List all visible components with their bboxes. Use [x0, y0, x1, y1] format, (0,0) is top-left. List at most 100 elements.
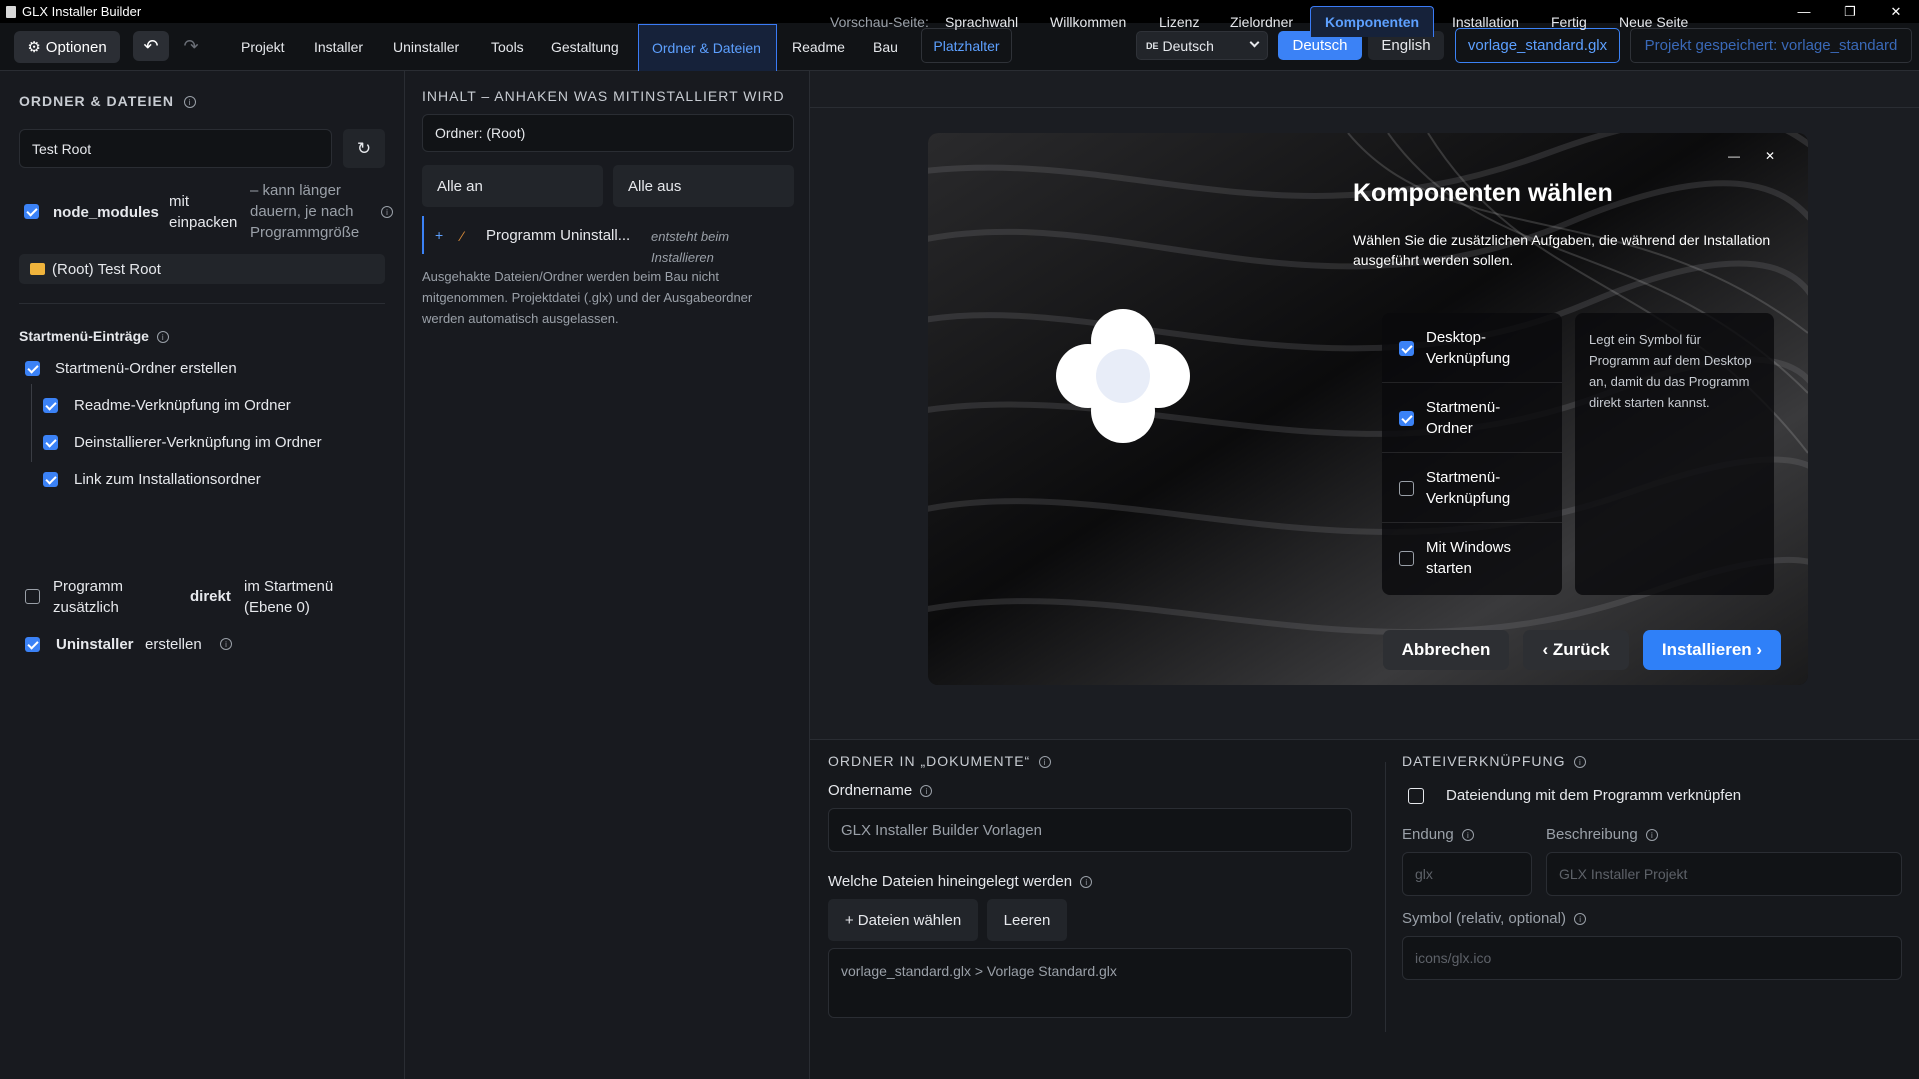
info-icon[interactable]: i: [1574, 913, 1587, 926]
chevron-down-icon: [1249, 37, 1260, 48]
menu-ordner-dateien[interactable]: Ordner & Dateien: [638, 24, 777, 71]
dialog-close-button[interactable]: ✕: [1765, 149, 1775, 163]
tab-willkommen[interactable]: Willkommen: [1050, 7, 1126, 37]
menu-tools[interactable]: Tools: [491, 23, 524, 71]
components-list: Desktop-Verknüpfung Startmenü-Ordner Sta…: [1382, 313, 1562, 595]
menu-installer[interactable]: Installer: [314, 23, 363, 71]
tab-zielordner[interactable]: Zielordner: [1230, 7, 1293, 37]
icon-input[interactable]: icons/glx.ico: [1402, 936, 1902, 980]
info-icon[interactable]: i: [220, 638, 232, 650]
item-name: Programm Uninstall...: [486, 227, 631, 244]
component-option[interactable]: Desktop-Verknüpfung: [1382, 313, 1562, 383]
indent-line: [31, 384, 32, 462]
folder-icon: [30, 263, 45, 275]
maximize-button[interactable]: ❐: [1827, 0, 1873, 23]
component-checkbox[interactable]: [1399, 481, 1414, 496]
file-assoc-title: DATEIVERKNÜPFUNG i: [1402, 753, 1587, 769]
startmenu-title: Startmenü-Einträge i: [19, 326, 169, 347]
info-icon[interactable]: i: [1645, 829, 1658, 842]
startmenu-folder-checkbox[interactable]: [25, 361, 40, 376]
ext-label-text: Endung: [1402, 826, 1454, 843]
tab-komponenten[interactable]: Komponenten: [1310, 6, 1435, 37]
language-select-value: Deutsch: [1162, 37, 1214, 54]
ext-input[interactable]: glx: [1402, 852, 1532, 896]
root-name-input[interactable]: Test Root: [19, 129, 332, 168]
uninstaller-link-checkbox[interactable]: [43, 435, 58, 450]
folder-name-input[interactable]: GLX Installer Builder Vorlagen: [828, 808, 1352, 852]
component-checkbox[interactable]: [1399, 411, 1414, 426]
content-list-item[interactable]: + ⁄ Programm Uninstall... entsteht beim …: [422, 216, 794, 265]
dialog-back-button[interactable]: ‹ Zurück: [1523, 630, 1629, 670]
desc-label: Beschreibung i: [1546, 824, 1658, 845]
folders-panel: ORDNER & DATEIEN i Test Root ↻ node_modu…: [0, 71, 405, 1079]
minimize-button[interactable]: —: [1781, 0, 1827, 23]
options-button[interactable]: ⚙ Optionen: [14, 31, 120, 63]
node-modules-hint: – kann länger dauern, je nach Programmgr…: [250, 182, 360, 241]
menu-gestaltung[interactable]: Gestaltung: [551, 23, 619, 71]
tab-neue-seite[interactable]: Neue Seite: [1619, 7, 1688, 37]
readme-link-checkbox[interactable]: [43, 398, 58, 413]
info-icon[interactable]: i: [156, 331, 169, 344]
uninstaller-post-label: erstellen: [145, 636, 202, 653]
choose-files-button[interactable]: + Dateien wählen: [828, 899, 978, 941]
component-option[interactable]: Startmenü-Ordner: [1382, 383, 1562, 453]
tab-installation[interactable]: Installation: [1452, 7, 1519, 37]
icon-label-text: Symbol (relativ, optional): [1402, 910, 1566, 927]
node-modules-checkbox[interactable]: [24, 204, 39, 219]
info-icon[interactable]: i: [1574, 756, 1587, 769]
close-button[interactable]: ✕: [1873, 0, 1919, 23]
info-icon[interactable]: i: [1039, 756, 1052, 769]
dialog-subtitle: Wählen Sie die zusätzlichen Aufgaben, di…: [1353, 232, 1771, 268]
install-link-checkbox[interactable]: [43, 472, 58, 487]
info-icon[interactable]: i: [381, 206, 393, 218]
file-assoc-checkbox[interactable]: [1408, 788, 1424, 804]
redo-button[interactable]: ↷: [173, 31, 209, 61]
component-checkbox[interactable]: [1399, 341, 1414, 356]
info-icon[interactable]: i: [183, 96, 196, 109]
info-icon[interactable]: i: [1080, 876, 1093, 889]
startmenu-title-text: Startmenü-Einträge: [19, 328, 149, 344]
file-assoc-title-text: DATEIVERKNÜPFUNG: [1402, 753, 1566, 769]
gear-icon: ⚙: [27, 39, 41, 56]
dialog-title: Komponenten wählen: [1353, 179, 1613, 207]
tab-fertig[interactable]: Fertig: [1551, 7, 1587, 37]
menu-projekt[interactable]: Projekt: [241, 23, 285, 71]
component-option[interactable]: Mit Windows starten: [1382, 523, 1562, 593]
uninstaller-checkbox[interactable]: [25, 637, 40, 652]
folder-field[interactable]: Ordner: (Root): [422, 114, 794, 152]
dialog-minimize-button[interactable]: —: [1728, 149, 1740, 163]
all-off-button[interactable]: Alle aus: [613, 165, 794, 207]
folders-title-text: ORDNER & DATEIEN: [19, 93, 174, 109]
flag-de-icon: DE: [1146, 40, 1159, 51]
desc-input[interactable]: GLX Installer Projekt: [1546, 852, 1902, 896]
divider: [19, 303, 385, 304]
desc-label-text: Beschreibung: [1546, 826, 1638, 843]
uninstaller-link-label: Deinstallierer-Verknüpfung im Ordner: [74, 434, 322, 451]
tree-item-root[interactable]: (Root) Test Root: [19, 254, 385, 284]
content-title: INHALT – ANHAKEN WAS MITINSTALLIERT WIRD: [422, 88, 785, 104]
dialog-cancel-button[interactable]: Abbrechen: [1383, 630, 1509, 670]
info-icon[interactable]: i: [1461, 829, 1474, 842]
component-option[interactable]: Startmenü-Verknüpfung: [1382, 453, 1562, 523]
broom-icon: ⁄: [461, 228, 464, 244]
dialog-install-button[interactable]: Installieren ›: [1643, 630, 1781, 670]
files-textarea[interactable]: vorlage_standard.glx > Vorlage Standard.…: [828, 948, 1352, 1018]
clear-files-button[interactable]: Leeren: [987, 899, 1067, 941]
undo-button[interactable]: ↶: [133, 31, 169, 61]
bottom-panel: ORDNER IN „DOKUMENTE“ i Ordnername i GLX…: [810, 739, 1919, 1079]
direct-bold-label: direkt: [190, 588, 231, 605]
menu-uninstaller[interactable]: Uninstaller: [393, 23, 459, 71]
tab-lizenz[interactable]: Lizenz: [1159, 7, 1199, 37]
node-modules-suffix: mit einpacken: [169, 193, 238, 231]
direct-pre-label: Programm zusätzlich: [53, 578, 124, 616]
tab-sprachwahl[interactable]: Sprachwahl: [945, 7, 1018, 37]
info-icon[interactable]: i: [920, 785, 933, 798]
preview-nav: [810, 71, 1919, 108]
installer-preview-dialog: — ✕ Komponenten wählen Wählen Sie die zu…: [928, 133, 1808, 685]
component-checkbox[interactable]: [1399, 551, 1414, 566]
content-footnote: Ausgehakte Dateien/Ordner werden beim Ba…: [422, 269, 753, 326]
all-on-button[interactable]: Alle an: [422, 165, 603, 207]
direct-startmenu-checkbox[interactable]: [25, 589, 40, 604]
refresh-button[interactable]: ↻: [343, 129, 385, 168]
expand-icon[interactable]: +: [435, 225, 443, 246]
